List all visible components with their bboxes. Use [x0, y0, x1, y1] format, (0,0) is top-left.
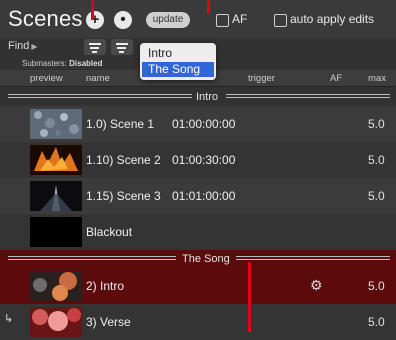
- scene-max: 5.0: [368, 117, 385, 131]
- scene-name: Blackout: [86, 225, 133, 239]
- column-max[interactable]: max: [368, 73, 386, 84]
- column-trigger[interactable]: trigger: [248, 73, 275, 84]
- group-label: The Song: [182, 253, 230, 265]
- group-menu-button[interactable]: [111, 39, 133, 55]
- scene-row[interactable]: 1.0) Scene 1 01:00:00:00 5.0: [0, 106, 396, 142]
- scene-time: 01:00:30:00: [172, 153, 236, 167]
- column-af[interactable]: AF: [330, 73, 342, 84]
- scene-name: 1.10) Scene 2: [86, 153, 161, 167]
- af-checkbox-label: AF: [232, 12, 248, 26]
- group-dropdown-menu: Intro The Song: [140, 43, 216, 80]
- dropdown-item-the-song[interactable]: The Song: [142, 62, 214, 77]
- annotation-marker: [248, 262, 251, 332]
- scene-name: 1.0) Scene 1: [86, 117, 155, 131]
- auto-apply-label: auto apply edits: [290, 12, 375, 26]
- follow-arrow-icon: ↳: [4, 313, 14, 325]
- submasters-value: Disabled: [69, 59, 103, 68]
- submasters-status: Submasters: Disabled: [22, 59, 102, 68]
- scene-thumbnail: [30, 145, 82, 175]
- scene-row[interactable]: ↳ 3) Verse 5.0: [0, 304, 396, 340]
- scenes-panel: Scenes + • update AF auto apply edits Fi…: [0, 0, 396, 340]
- sort-button[interactable]: [84, 39, 106, 55]
- column-name[interactable]: name: [86, 73, 110, 84]
- scene-thumbnail: [30, 109, 82, 139]
- annotation-marker: [91, 0, 94, 20]
- find-label: Find: [8, 40, 30, 52]
- group-label: Intro: [196, 91, 219, 103]
- dropdown-item-intro[interactable]: Intro: [142, 46, 214, 61]
- update-button[interactable]: update: [146, 12, 190, 28]
- add-scene-button[interactable]: +: [86, 11, 104, 29]
- scene-thumbnail: [30, 217, 82, 247]
- scene-time: 01:00:00:00: [172, 117, 236, 131]
- scene-row[interactable]: 1.10) Scene 2 01:00:30:00 5.0: [0, 142, 396, 178]
- scene-row[interactable]: 1.15) Scene 3 01:01:00:00 5.0: [0, 178, 396, 214]
- gear-icon[interactable]: ⚙: [310, 277, 323, 294]
- scene-thumbnail: [30, 307, 82, 337]
- group-divider-the-song[interactable]: The Song: [0, 250, 396, 270]
- find-toggle[interactable]: Find ▶: [8, 40, 38, 52]
- panel-title: Scenes: [8, 6, 83, 31]
- auto-apply-checkbox[interactable]: [274, 14, 287, 27]
- scene-name: 3) Verse: [86, 315, 131, 329]
- scene-options-button[interactable]: •: [114, 11, 132, 29]
- scene-max: 5.0: [368, 189, 385, 203]
- annotation-marker: [207, 0, 210, 14]
- scene-name: 2) Intro: [86, 279, 125, 293]
- af-checkbox[interactable]: [216, 14, 229, 27]
- scene-max: 5.0: [368, 315, 385, 329]
- scene-row[interactable]: 2) Intro ⚙ 5.0: [0, 268, 396, 304]
- submasters-label: Submasters:: [22, 59, 67, 68]
- disclosure-triangle-icon: ▶: [31, 42, 38, 51]
- group-divider-intro[interactable]: Intro: [0, 88, 396, 108]
- scene-row[interactable]: Blackout: [0, 214, 396, 250]
- scene-max: 5.0: [368, 153, 385, 167]
- column-preview[interactable]: preview: [30, 73, 63, 84]
- scene-time: 01:01:00:00: [172, 189, 236, 203]
- scene-thumbnail: [30, 271, 82, 301]
- scene-name: 1.15) Scene 3: [86, 189, 161, 203]
- header-bar: Scenes + • update AF auto apply edits: [0, 0, 396, 38]
- scene-max: 5.0: [368, 279, 385, 293]
- scene-thumbnail: [30, 181, 82, 211]
